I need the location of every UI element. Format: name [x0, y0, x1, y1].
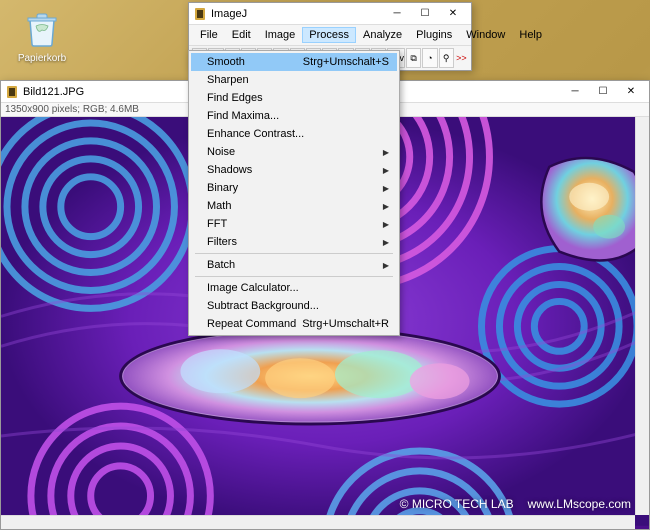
- menu-separator: [195, 276, 393, 277]
- menu-item-repeat-command[interactable]: Repeat Command Strg+Umschalt+R: [191, 315, 397, 333]
- tool-more[interactable]: >>: [455, 48, 468, 68]
- menu-item-shortcut: Strg+Umschalt+R: [302, 318, 389, 330]
- menu-item-noise[interactable]: Noise ▶: [191, 143, 397, 161]
- menu-image[interactable]: Image: [258, 27, 303, 43]
- submenu-arrow-icon: ▶: [383, 202, 389, 211]
- menu-item-label: Subtract Background...: [207, 300, 319, 312]
- menu-window[interactable]: Window: [459, 27, 512, 43]
- menu-item-label: Filters: [207, 236, 237, 248]
- process-menu-dropdown: Smooth Strg+Umschalt+S Sharpen Find Edges Fi…: [188, 50, 400, 336]
- submenu-arrow-icon: ▶: [383, 220, 389, 229]
- maximize-button[interactable]: ☐: [411, 4, 439, 24]
- menu-item-label: Batch: [207, 259, 235, 271]
- menu-item-subtract-background[interactable]: Subtract Background...: [191, 297, 397, 315]
- menu-item-batch[interactable]: Batch ▶: [191, 256, 397, 274]
- imagej-app-icon: [5, 85, 19, 99]
- menu-item-label: Find Maxima...: [207, 110, 279, 122]
- menu-item-sharpen[interactable]: Sharpen: [191, 71, 397, 89]
- submenu-arrow-icon: ▶: [383, 261, 389, 270]
- menu-item-find-edges[interactable]: Find Edges: [191, 89, 397, 107]
- maximize-button[interactable]: ☐: [589, 82, 617, 102]
- menu-item-label: Smooth: [207, 56, 245, 68]
- close-button[interactable]: ✕: [617, 82, 645, 102]
- menu-item-label: Repeat Command: [207, 318, 296, 330]
- menu-item-label: Binary: [207, 182, 238, 194]
- imagej-title: ImageJ: [211, 8, 383, 20]
- imagej-titlebar[interactable]: ImageJ ─ ☐ ✕: [189, 3, 471, 25]
- tool-button[interactable]: ◔: [422, 48, 437, 68]
- menu-item-label: FFT: [207, 218, 227, 230]
- menu-item-find-maxima[interactable]: Find Maxima...: [191, 107, 397, 125]
- menu-process[interactable]: Process: [302, 27, 356, 43]
- submenu-arrow-icon: ▶: [383, 238, 389, 247]
- minimize-button[interactable]: ─: [561, 82, 589, 102]
- menu-edit[interactable]: Edit: [225, 27, 258, 43]
- menu-item-shadows[interactable]: Shadows ▶: [191, 161, 397, 179]
- imagej-menubar: FileEditImageProcessAnalyzePluginsWindow…: [189, 25, 471, 46]
- close-button[interactable]: ✕: [439, 4, 467, 24]
- menu-item-fft[interactable]: FFT ▶: [191, 215, 397, 233]
- menu-item-math[interactable]: Math ▶: [191, 197, 397, 215]
- watermark: © MICRO TECH LAB www.LMscope.com: [400, 497, 631, 511]
- menu-item-label: Enhance Contrast...: [207, 128, 304, 140]
- menu-item-binary[interactable]: Binary ▶: [191, 179, 397, 197]
- menu-item-label: Image Calculator...: [207, 282, 299, 294]
- menu-file[interactable]: File: [193, 27, 225, 43]
- menu-item-label: Sharpen: [207, 74, 249, 86]
- menu-item-shortcut: Strg+Umschalt+S: [303, 56, 389, 68]
- minimize-button[interactable]: ─: [383, 4, 411, 24]
- menu-help[interactable]: Help: [512, 27, 549, 43]
- watermark-copyright: © MICRO TECH LAB: [400, 497, 514, 511]
- recycle-bin-label: Papierkorb: [12, 53, 72, 64]
- menu-item-label: Shadows: [207, 164, 252, 176]
- watermark-url: www.LMscope.com: [528, 497, 631, 511]
- menu-item-image-calculator[interactable]: Image Calculator...: [191, 279, 397, 297]
- recycle-bin-icon: [22, 8, 62, 48]
- tool-button[interactable]: ⧉: [406, 48, 421, 68]
- menu-plugins[interactable]: Plugins: [409, 27, 459, 43]
- recycle-bin[interactable]: Papierkorb: [12, 8, 72, 64]
- vertical-scrollbar[interactable]: [635, 117, 649, 515]
- menu-separator: [195, 253, 393, 254]
- menu-item-smooth[interactable]: Smooth Strg+Umschalt+S: [191, 53, 397, 71]
- imagej-app-icon: [193, 7, 207, 21]
- submenu-arrow-icon: ▶: [383, 166, 389, 175]
- menu-item-enhance-contrast[interactable]: Enhance Contrast...: [191, 125, 397, 143]
- tool-button[interactable]: ⚲: [439, 48, 454, 68]
- menu-item-label: Math: [207, 200, 231, 212]
- menu-analyze[interactable]: Analyze: [356, 27, 409, 43]
- menu-item-label: Find Edges: [207, 92, 263, 104]
- submenu-arrow-icon: ▶: [383, 148, 389, 157]
- horizontal-scrollbar[interactable]: [1, 515, 635, 529]
- menu-item-filters[interactable]: Filters ▶: [191, 233, 397, 251]
- menu-item-label: Noise: [207, 146, 235, 158]
- submenu-arrow-icon: ▶: [383, 184, 389, 193]
